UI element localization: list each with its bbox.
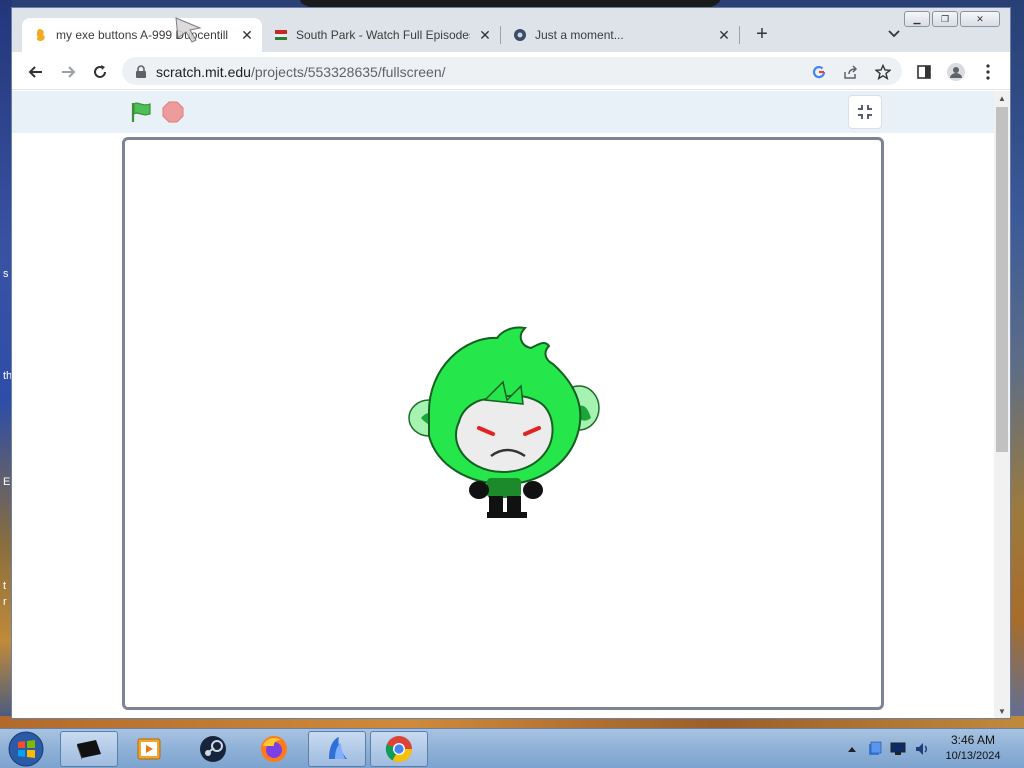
green-flag-icon [131, 102, 151, 122]
minimize-button[interactable]: ▁ [904, 11, 930, 27]
windows-taskbar: 3:46 AM 10/13/2024 [0, 728, 1024, 768]
url-path: /projects/553328635/fullscreen/ [250, 64, 446, 80]
scratch-favicon-icon [34, 28, 48, 42]
tab-title: my exe buttons A-999 Duocentill [56, 28, 229, 42]
blue-app-icon [329, 737, 347, 759]
forward-arrow-icon [62, 66, 76, 78]
tab-scratch-project[interactable]: my exe buttons A-999 Duocentill ✕ [22, 18, 262, 52]
browser-window: my exe buttons A-999 Duocentill ✕ South … [12, 8, 1010, 718]
desktop-text-fragment: t [3, 580, 7, 592]
network-monitor-icon[interactable] [890, 741, 906, 757]
browser-toolbar: scratch.mit.edu/projects/553328635/fulls… [12, 52, 1010, 90]
system-clock[interactable]: 3:46 AM 10/13/2024 [934, 733, 1012, 762]
desktop-text-fragment: r [3, 596, 7, 608]
tab-title: South Park - Watch Full Episodes [296, 28, 470, 42]
new-tab-button[interactable]: + [750, 22, 774, 46]
media-center-icon [77, 740, 101, 760]
taskbar-chrome[interactable] [370, 731, 428, 767]
tab-just-a-moment[interactable]: Just a moment... ✕ [501, 18, 739, 52]
share-icon[interactable] [842, 63, 860, 81]
desktop-text-fragment: th [3, 370, 13, 382]
taskbar-firefox[interactable] [245, 731, 303, 767]
tab-search-chevron-icon[interactable] [884, 24, 904, 44]
url-host: scratch.mit.edu [156, 64, 251, 80]
url-text: scratch.mit.edu/projects/553328635/fulls… [156, 64, 446, 80]
bookmark-star-icon[interactable] [874, 63, 892, 81]
desktop-wallpaper-right [1010, 0, 1024, 728]
project-stage[interactable] [122, 137, 884, 710]
stop-sign-icon [162, 101, 184, 123]
angry-green-character-sprite[interactable] [407, 326, 603, 526]
taskbar-media-center[interactable] [60, 731, 118, 767]
desktop-wallpaper-left [0, 0, 12, 728]
desktop-text-fragment: s [3, 268, 9, 280]
loading-globe-icon [513, 28, 527, 42]
start-button[interactable] [6, 730, 46, 768]
back-button[interactable] [24, 60, 48, 84]
exit-fullscreen-button[interactable] [848, 95, 882, 129]
stage-header [12, 91, 994, 133]
mouse-pointer-icon [175, 17, 202, 43]
reload-button[interactable] [88, 60, 112, 84]
window-controls: ▁ ❐ ✕ [904, 11, 1000, 27]
south-park-favicon-icon [274, 28, 288, 42]
scroll-down-arrow-icon[interactable]: ▼ [994, 704, 1010, 718]
taskbar-steam[interactable] [184, 731, 242, 767]
side-panel-icon[interactable] [912, 60, 936, 84]
restore-button[interactable]: ❐ [932, 11, 958, 27]
stop-button[interactable] [160, 99, 186, 125]
more-menu-icon[interactable] [976, 60, 1000, 84]
forward-button[interactable] [56, 60, 80, 84]
clock-time: 3:46 AM [950, 733, 996, 747]
volume-speaker-icon[interactable] [914, 741, 930, 757]
google-lens-icon[interactable] [810, 63, 828, 81]
action-center-flag-icon[interactable] [866, 741, 882, 757]
tab-close-icon[interactable]: ✕ [238, 26, 256, 44]
exit-fullscreen-icon [858, 105, 872, 119]
close-window-button[interactable]: ✕ [960, 11, 1000, 27]
page-scrollbar[interactable]: ▲ ▼ [994, 91, 1010, 718]
tab-strip: my exe buttons A-999 Duocentill ✕ South … [12, 8, 1010, 52]
scroll-thumb[interactable] [996, 107, 1008, 452]
desktop-text-fragment: E [3, 476, 11, 488]
tab-close-icon[interactable]: ✕ [715, 26, 733, 44]
tab-south-park[interactable]: South Park - Watch Full Episodes ✕ [262, 18, 500, 52]
taskbar-media-player[interactable] [120, 731, 178, 767]
tab-title: Just a moment... [535, 28, 624, 42]
lock-icon[interactable] [132, 63, 150, 81]
scratch-fullscreen-page [12, 91, 994, 718]
windows-logo-icon [8, 731, 44, 767]
taskbar-blue-app[interactable] [308, 731, 366, 767]
chrome-icon [385, 736, 413, 763]
address-bar[interactable]: scratch.mit.edu/projects/553328635/fulls… [122, 57, 902, 85]
scroll-up-arrow-icon[interactable]: ▲ [994, 91, 1010, 105]
windows-media-player-icon [137, 738, 161, 760]
reload-icon [94, 65, 106, 78]
clock-date: 10/13/2024 [945, 750, 1001, 762]
firefox-icon [261, 736, 287, 762]
steam-icon [200, 736, 226, 762]
back-arrow-icon [28, 66, 42, 78]
tab-separator [739, 26, 740, 44]
tab-close-icon[interactable]: ✕ [476, 26, 494, 44]
profile-avatar-icon[interactable] [944, 60, 968, 84]
show-hidden-icons-arrow-icon[interactable] [844, 741, 860, 757]
green-flag-button[interactable] [126, 99, 156, 125]
